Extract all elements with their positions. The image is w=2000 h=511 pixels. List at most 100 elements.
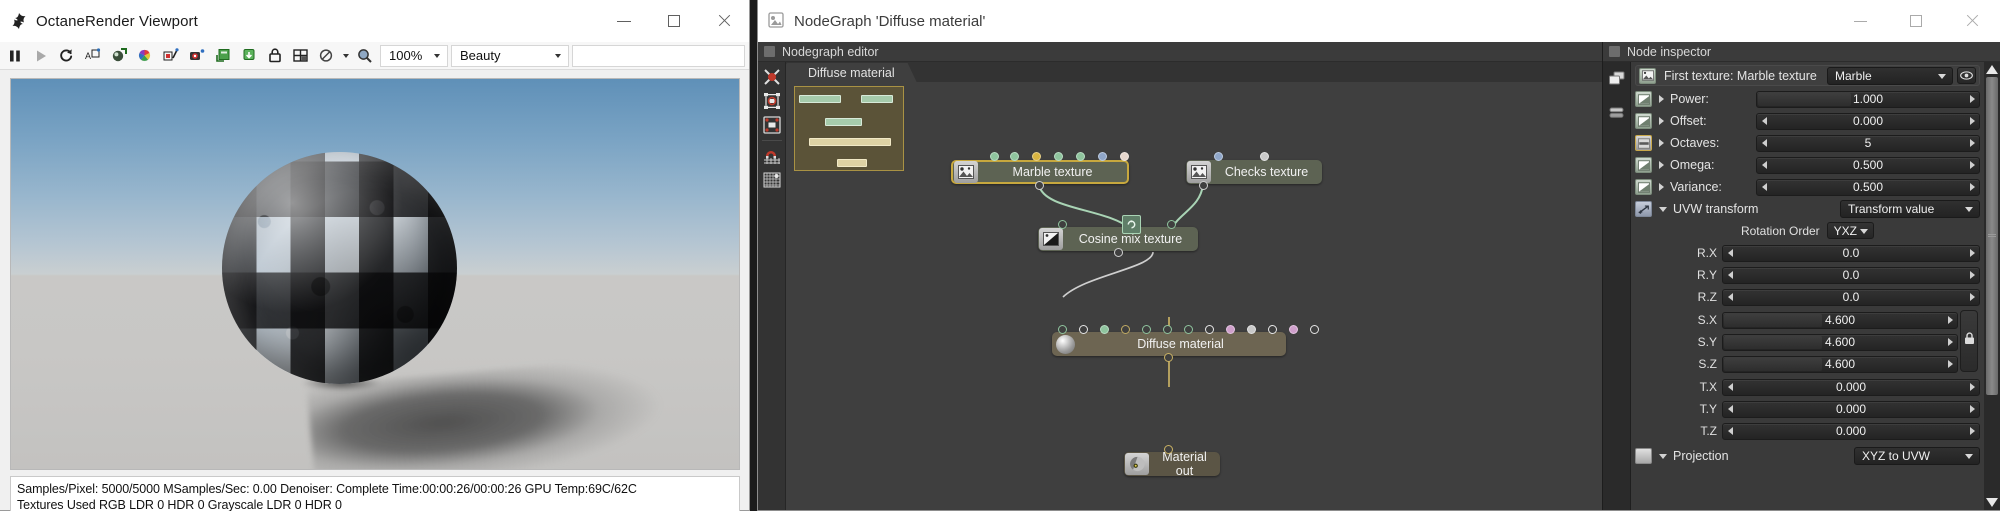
rotation-slider-y[interactable]: 0.0 xyxy=(1722,266,1980,284)
visibility-eye-icon[interactable] xyxy=(1957,67,1976,84)
render-pass-combo[interactable]: Beauty xyxy=(451,44,569,67)
param-slider-power[interactable]: 1.000 xyxy=(1756,90,1980,108)
collapse-arrow-icon[interactable] xyxy=(1659,453,1667,459)
node-port-out[interactable] xyxy=(1199,181,1208,190)
node-port-in[interactable] xyxy=(1142,325,1151,334)
param-slider-variance[interactable]: 0.500 xyxy=(1756,178,1980,196)
node-port-in[interactable] xyxy=(1032,152,1041,161)
node-port-in[interactable] xyxy=(1163,325,1172,334)
expand-nodes-icon[interactable] xyxy=(760,90,784,112)
increment-arrow-icon[interactable] xyxy=(1965,95,1979,103)
render-region-button[interactable]: A xyxy=(80,44,105,68)
focus-picker-button[interactable] xyxy=(184,44,209,68)
viewport-close-button[interactable] xyxy=(699,0,749,42)
stack-icon[interactable] xyxy=(1605,102,1629,124)
node-port-in[interactable] xyxy=(1226,325,1235,334)
copy-icon[interactable] xyxy=(1605,68,1629,90)
node-port-in[interactable] xyxy=(1076,152,1085,161)
translation-slider-y[interactable]: 0.000 xyxy=(1722,400,1980,418)
clay-mode-button[interactable] xyxy=(314,44,339,68)
decrement-arrow-icon[interactable] xyxy=(1723,293,1737,301)
decrement-arrow-icon[interactable] xyxy=(1723,316,1737,324)
node-port-in[interactable] xyxy=(1205,325,1214,334)
increment-arrow-icon[interactable] xyxy=(1943,316,1957,324)
scale-slider-y[interactable]: 4.600 xyxy=(1722,333,1958,351)
node-port-out[interactable] xyxy=(1114,248,1123,257)
save-image-button[interactable] xyxy=(210,44,235,68)
node-material-out[interactable]: Material out xyxy=(1124,450,1220,478)
start-render-button[interactable] xyxy=(28,44,53,68)
clay-mode-dropdown-caret[interactable] xyxy=(340,44,351,68)
node-port-out[interactable] xyxy=(1035,181,1044,190)
projection-combo[interactable]: XYZ to UVW xyxy=(1854,447,1980,465)
nodegraph-minimap[interactable] xyxy=(794,86,904,171)
node-port-in[interactable] xyxy=(1164,445,1173,454)
rotation-order-combo[interactable]: YXZ xyxy=(1826,222,1875,239)
uvw-transform-icon[interactable] xyxy=(1635,201,1652,217)
increment-arrow-icon[interactable] xyxy=(1965,117,1979,125)
layout-grid-button[interactable] xyxy=(288,44,313,68)
collapse-arrows-icon[interactable] xyxy=(760,66,784,88)
lock-resolution-button[interactable] xyxy=(262,44,287,68)
tab-diffuse-material[interactable]: Diffuse material xyxy=(786,63,917,82)
translation-slider-x[interactable]: 0.000 xyxy=(1722,378,1980,396)
panel-pin-icon[interactable] xyxy=(1609,46,1620,57)
pause-render-button[interactable] xyxy=(2,44,27,68)
increment-arrow-icon[interactable] xyxy=(1965,405,1979,413)
decrement-arrow-icon[interactable] xyxy=(1723,360,1737,368)
increment-arrow-icon[interactable] xyxy=(1965,249,1979,257)
decrement-arrow-icon[interactable] xyxy=(1757,95,1771,103)
expand-arrow-icon[interactable] xyxy=(1659,183,1664,191)
expand-arrow-icon[interactable] xyxy=(1659,95,1664,103)
increment-arrow-icon[interactable] xyxy=(1943,338,1957,346)
expand-arrow-icon[interactable] xyxy=(1659,161,1664,169)
collapse-arrow-icon[interactable] xyxy=(1659,206,1667,212)
node-port-in[interactable] xyxy=(1100,325,1109,334)
octaves-icon[interactable] xyxy=(1635,135,1652,151)
node-port-in[interactable] xyxy=(1054,152,1063,161)
uvw-transform-mode-combo[interactable]: Transform value xyxy=(1840,200,1980,218)
node-port-pinned[interactable] xyxy=(1122,215,1141,234)
projection-icon[interactable] xyxy=(1635,448,1652,464)
param-slider-octaves[interactable]: 5 xyxy=(1756,134,1980,152)
node-port-in[interactable] xyxy=(1247,325,1256,334)
expand-arrow-icon[interactable] xyxy=(1659,117,1664,125)
gradient-icon[interactable] xyxy=(1635,91,1652,107)
nodegraph-close-button[interactable] xyxy=(1944,0,2000,42)
scale-uniform-lock-button[interactable] xyxy=(1960,310,1978,372)
scrollbar-thumb[interactable] xyxy=(1986,77,1998,395)
pick-material-button[interactable] xyxy=(158,44,183,68)
scroll-down-arrow-icon[interactable] xyxy=(1984,495,2000,510)
expand-arrow-icon[interactable] xyxy=(1659,139,1664,147)
decrement-arrow-icon[interactable] xyxy=(1723,249,1737,257)
node-port-in[interactable] xyxy=(1310,325,1319,334)
scale-slider-x[interactable]: 4.600 xyxy=(1722,311,1958,329)
param-slider-omega[interactable]: 0.500 xyxy=(1756,156,1980,174)
decrement-arrow-icon[interactable] xyxy=(1757,183,1771,191)
restart-render-button[interactable] xyxy=(54,44,79,68)
node-checks-texture[interactable]: Checks texture xyxy=(1186,160,1322,184)
magnet-grid-icon[interactable] xyxy=(760,145,784,167)
select-nodes-icon[interactable] xyxy=(760,114,784,136)
increment-arrow-icon[interactable] xyxy=(1965,427,1979,435)
inspector-scrollbar[interactable] xyxy=(1984,62,2000,510)
decrement-arrow-icon[interactable] xyxy=(1723,427,1737,435)
node-port-in[interactable] xyxy=(1260,152,1269,161)
increment-arrow-icon[interactable] xyxy=(1943,360,1957,368)
decrement-arrow-icon[interactable] xyxy=(1723,405,1737,413)
node-port-in[interactable] xyxy=(1214,152,1223,161)
scrollbar-track[interactable] xyxy=(1984,77,2000,495)
viewport-maximize-button[interactable] xyxy=(649,0,699,42)
increment-arrow-icon[interactable] xyxy=(1965,383,1979,391)
node-type-combo[interactable]: Marble xyxy=(1827,66,1953,85)
scroll-up-arrow-icon[interactable] xyxy=(1984,62,2000,77)
nodegraph-canvas[interactable]: Marble texture Checks texture Cosine mix… xyxy=(786,82,1602,510)
decrement-arrow-icon[interactable] xyxy=(1723,383,1737,391)
node-port-in[interactable] xyxy=(1098,152,1107,161)
rotation-slider-z[interactable]: 0.0 xyxy=(1722,288,1980,306)
node-port-in[interactable] xyxy=(1289,325,1298,334)
color-picker-button[interactable] xyxy=(132,44,157,68)
zoom-level-combo[interactable]: 100% xyxy=(380,44,448,67)
nodegraph-minimize-button[interactable] xyxy=(1832,0,1888,42)
rotation-slider-x[interactable]: 0.0 xyxy=(1722,244,1980,262)
